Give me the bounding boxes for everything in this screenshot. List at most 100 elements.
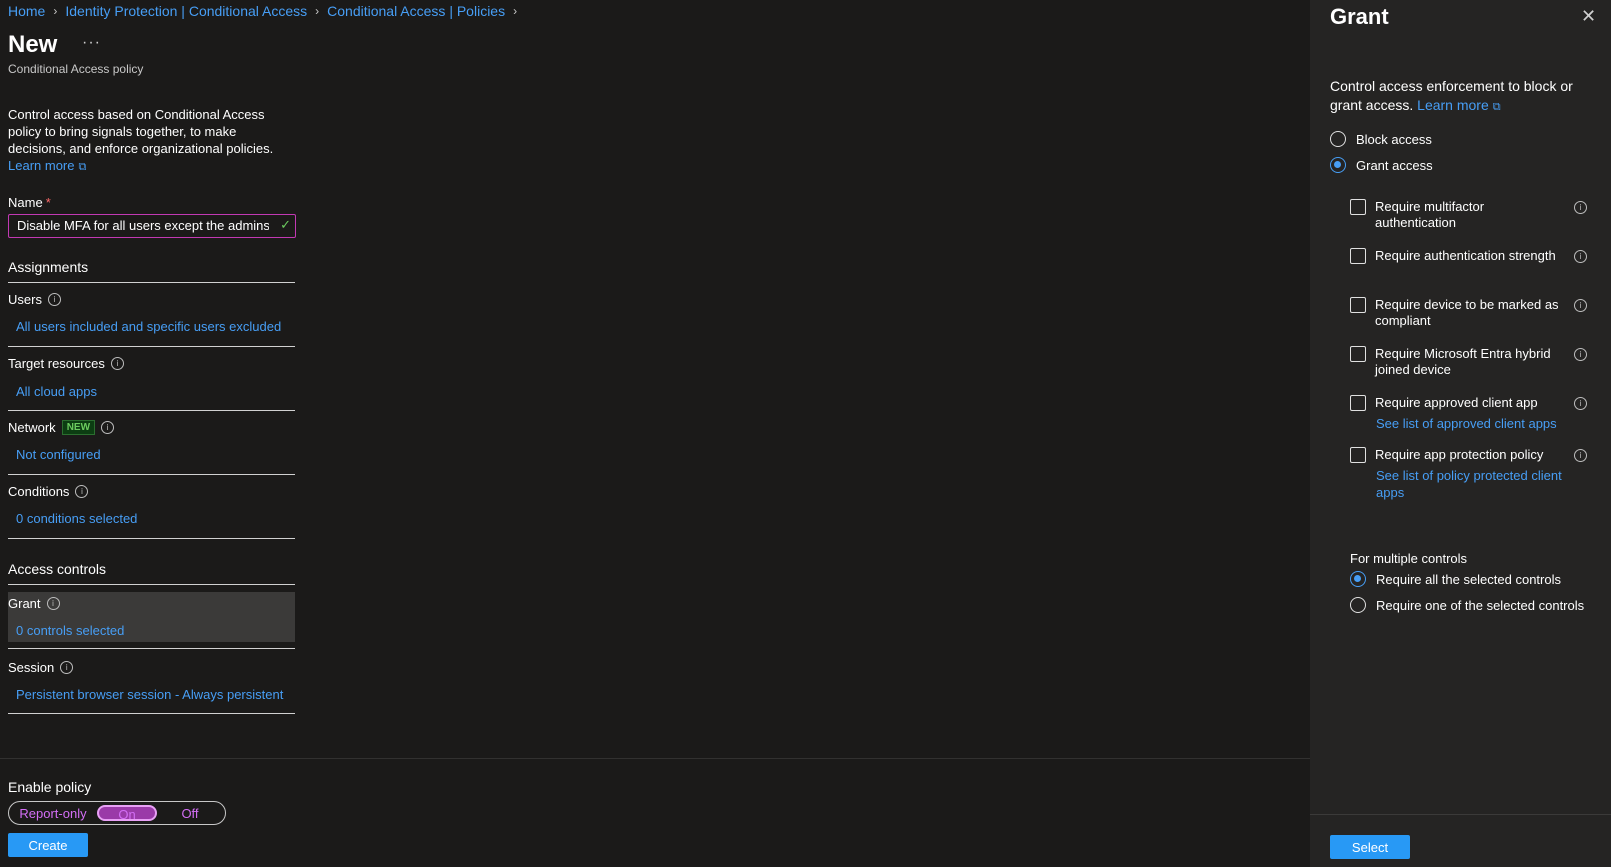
divider bbox=[8, 584, 295, 585]
auth-strength-checkbox[interactable] bbox=[1350, 248, 1366, 264]
divider bbox=[8, 713, 295, 714]
compliant-device-label: Require device to be marked as compliant bbox=[1375, 297, 1559, 328]
info-icon[interactable]: i bbox=[110, 357, 124, 370]
conditions-label-text: Conditions bbox=[8, 484, 70, 499]
mfa-checkbox[interactable] bbox=[1350, 199, 1366, 215]
chevron-right-icon: › bbox=[513, 4, 518, 18]
policy-protected-apps-link[interactable]: See list of policy protected client apps bbox=[1376, 467, 1576, 501]
grant-access-label: Grant access bbox=[1356, 157, 1433, 173]
info-icon[interactable]: i bbox=[1574, 250, 1587, 263]
grant-access-radio[interactable] bbox=[1330, 157, 1346, 173]
name-input[interactable] bbox=[9, 215, 269, 235]
breadcrumb-identity-protection[interactable]: Identity Protection | Conditional Access bbox=[65, 3, 307, 19]
page-subtitle: Conditional Access policy bbox=[8, 62, 144, 76]
require-one-label: Require one of the selected controls bbox=[1376, 597, 1585, 613]
chevron-right-icon: › bbox=[315, 4, 320, 18]
enable-policy-toggle: Report-only On Off bbox=[8, 801, 226, 825]
name-field: ✓ bbox=[8, 214, 296, 238]
info-icon[interactable]: i bbox=[47, 293, 61, 306]
info-icon[interactable]: i bbox=[1574, 397, 1587, 410]
toggle-on[interactable]: On bbox=[97, 805, 157, 822]
divider bbox=[8, 474, 295, 475]
name-label: Name * bbox=[8, 195, 51, 210]
target-resources-label-text: Target resources bbox=[8, 356, 105, 371]
hybrid-joined-label: Require Microsoft Entra hybrid joined de… bbox=[1375, 346, 1551, 377]
mfa-label: Require multifactor authentication bbox=[1375, 199, 1485, 230]
app-protection-label: Require app protection policy bbox=[1375, 447, 1544, 462]
conditions-value-link[interactable]: 0 conditions selected bbox=[16, 511, 137, 526]
divider bbox=[8, 282, 295, 283]
hybrid-joined-checkbox[interactable] bbox=[1350, 346, 1366, 362]
users-value-link[interactable]: All users included and specific users ex… bbox=[16, 319, 281, 334]
control-mfa[interactable]: Require multifactor authentication i bbox=[1350, 199, 1590, 231]
approved-client-app-label: Require approved client app bbox=[1375, 395, 1538, 410]
require-one-option[interactable]: Require one of the selected controls bbox=[1350, 597, 1584, 613]
new-badge: NEW bbox=[61, 420, 96, 435]
panel-learn-more-label: Learn more bbox=[1417, 97, 1489, 113]
learn-more-label: Learn more bbox=[8, 158, 75, 173]
approved-client-apps-link[interactable]: See list of approved client apps bbox=[1376, 415, 1576, 432]
control-compliant-device[interactable]: Require device to be marked as compliant… bbox=[1350, 297, 1590, 329]
info-icon[interactable]: i bbox=[101, 421, 115, 434]
divider bbox=[8, 346, 295, 347]
info-icon[interactable]: i bbox=[1574, 449, 1587, 462]
breadcrumb: Home › Identity Protection | Conditional… bbox=[8, 3, 517, 19]
target-resources-value-link[interactable]: All cloud apps bbox=[16, 384, 97, 399]
info-icon[interactable]: i bbox=[1574, 348, 1587, 361]
session-value-link[interactable]: Persistent browser session - Always pers… bbox=[16, 687, 283, 702]
close-icon[interactable]: ✕ bbox=[1581, 6, 1596, 27]
footer-divider bbox=[0, 758, 1310, 759]
auth-strength-label: Require authentication strength bbox=[1375, 248, 1556, 263]
breadcrumb-home[interactable]: Home bbox=[8, 3, 45, 19]
external-link-icon: ⧉ bbox=[1492, 101, 1501, 113]
control-auth-strength[interactable]: Require authentication strength i bbox=[1350, 248, 1590, 264]
grant-access-option[interactable]: Grant access bbox=[1330, 157, 1433, 173]
info-icon[interactable]: i bbox=[1574, 299, 1587, 312]
multiple-controls-label: For multiple controls bbox=[1350, 551, 1468, 566]
network-value-link[interactable]: Not configured bbox=[16, 447, 101, 462]
grant-panel: Grant ✕ Control access enforcement to bl… bbox=[1310, 0, 1611, 867]
assignments-heading: Assignments bbox=[8, 259, 89, 275]
toggle-off[interactable]: Off bbox=[157, 806, 223, 821]
grant-value-link[interactable]: 0 controls selected bbox=[16, 623, 124, 638]
panel-description: Control access enforcement to block or g… bbox=[1330, 77, 1590, 117]
block-access-radio[interactable] bbox=[1330, 131, 1346, 147]
approved-client-app-checkbox[interactable] bbox=[1350, 395, 1366, 411]
require-one-radio[interactable] bbox=[1350, 597, 1366, 613]
divider bbox=[8, 410, 295, 411]
network-label-text: Network bbox=[8, 420, 56, 435]
toggle-report-only[interactable]: Report-only bbox=[9, 806, 97, 821]
control-approved-client-app[interactable]: Require approved client app i bbox=[1350, 395, 1590, 411]
panel-footer-divider bbox=[1310, 814, 1611, 815]
intro-text: Control access based on Conditional Acce… bbox=[8, 106, 283, 176]
info-icon[interactable]: i bbox=[60, 661, 74, 674]
app-protection-checkbox[interactable] bbox=[1350, 447, 1366, 463]
info-icon[interactable]: i bbox=[75, 485, 89, 498]
grant-label: Grant i bbox=[8, 596, 60, 611]
users-label: Users i bbox=[8, 292, 61, 307]
compliant-device-checkbox[interactable] bbox=[1350, 297, 1366, 313]
session-label: Session i bbox=[8, 660, 74, 675]
breadcrumb-policies[interactable]: Conditional Access | Policies bbox=[327, 3, 505, 19]
panel-learn-more-link[interactable]: Learn more ⧉ bbox=[1417, 97, 1500, 113]
select-button[interactable]: Select bbox=[1330, 835, 1410, 859]
block-access-label: Block access bbox=[1356, 131, 1432, 147]
info-icon[interactable]: i bbox=[46, 597, 60, 610]
users-label-text: Users bbox=[8, 292, 42, 307]
control-app-protection[interactable]: Require app protection policy i bbox=[1350, 447, 1590, 463]
learn-more-link[interactable]: Learn more ⧉ bbox=[8, 158, 86, 173]
require-all-radio[interactable] bbox=[1350, 571, 1366, 587]
session-label-text: Session bbox=[8, 660, 55, 675]
block-access-option[interactable]: Block access bbox=[1330, 131, 1432, 147]
network-label: Network NEW i bbox=[8, 420, 115, 435]
info-icon[interactable]: i bbox=[1574, 201, 1587, 214]
create-button[interactable]: Create bbox=[8, 833, 88, 857]
require-all-label: Require all the selected controls bbox=[1376, 571, 1561, 587]
require-all-option[interactable]: Require all the selected controls bbox=[1350, 571, 1561, 587]
name-label-text: Name bbox=[8, 195, 43, 210]
intro-description: Control access based on Conditional Acce… bbox=[8, 107, 274, 156]
panel-title: Grant bbox=[1330, 4, 1389, 29]
control-hybrid-joined[interactable]: Require Microsoft Entra hybrid joined de… bbox=[1350, 346, 1590, 378]
required-marker: * bbox=[45, 195, 51, 210]
more-icon[interactable]: ··· bbox=[82, 34, 101, 52]
